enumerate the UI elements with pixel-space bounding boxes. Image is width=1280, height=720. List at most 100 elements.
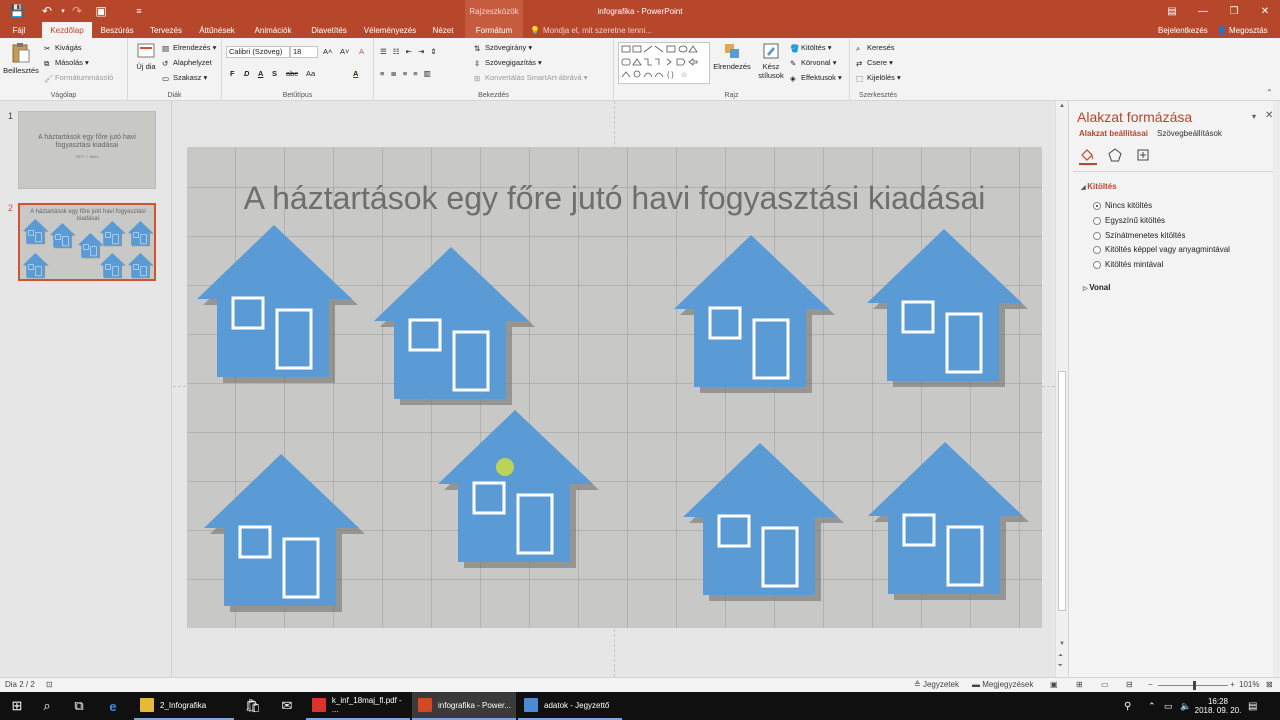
- cut-button[interactable]: ✂ Kivágás: [44, 43, 82, 53]
- edge-icon[interactable]: e: [96, 692, 130, 720]
- reading-view-icon[interactable]: ▭: [1101, 680, 1109, 689]
- scroll-thumb[interactable]: [1058, 371, 1066, 611]
- shape-fill-button[interactable]: 🪣 Kitöltés ▾: [790, 43, 831, 53]
- normal-view-icon[interactable]: ▣: [1050, 680, 1058, 689]
- bold-button[interactable]: F: [230, 69, 235, 78]
- radio-pattern-fill[interactable]: [1093, 260, 1101, 269]
- tab-insert[interactable]: Beszúrás: [96, 22, 138, 38]
- quick-styles-button[interactable]: Kész stílusok: [754, 42, 788, 80]
- option-gradient-fill[interactable]: Színátmenetes kitöltés: [1093, 231, 1185, 240]
- ribbon-display-icon[interactable]: ▤: [1157, 0, 1187, 22]
- tab-transitions[interactable]: Áttűnések: [194, 22, 240, 38]
- notes-button[interactable]: ≙ Jegyzetek: [914, 680, 959, 689]
- slideshow-view-icon[interactable]: ⊟: [1126, 680, 1133, 689]
- grow-font-button[interactable]: A˄: [323, 47, 332, 56]
- tab-shape-options[interactable]: Alakzat beállításai: [1079, 129, 1148, 138]
- pane-scrollbar[interactable]: [1273, 101, 1280, 677]
- slide-house-8[interactable]: [868, 442, 1029, 600]
- taskbar-app-pdf[interactable]: k_inf_18maj_fl.pdf - ...: [306, 692, 410, 720]
- task-view-icon[interactable]: ⧉: [62, 692, 96, 720]
- tab-home[interactable]: Kezdőlap: [42, 22, 92, 39]
- clock[interactable]: 16:28 2018. 09. 20.: [1195, 692, 1242, 720]
- tab-animations[interactable]: Animációk: [248, 22, 298, 38]
- strikethrough-button[interactable]: abc: [286, 69, 298, 78]
- font-name-dropdown[interactable]: Calibri (Szöveg): [226, 46, 290, 58]
- radio-no-fill[interactable]: [1093, 201, 1101, 210]
- radio-picture-fill[interactable]: [1093, 245, 1101, 254]
- tab-format[interactable]: Formátum: [465, 22, 523, 38]
- scroll-up-icon[interactable]: ▲: [1059, 103, 1065, 109]
- scroll-down-icon[interactable]: ▼: [1059, 641, 1065, 647]
- change-case-button[interactable]: Aa: [306, 69, 315, 78]
- line-section-header[interactable]: ▷ Vonal: [1083, 283, 1110, 292]
- effects-tab[interactable]: [1107, 147, 1125, 165]
- zoom-out-icon[interactable]: −: [1148, 680, 1153, 689]
- size-properties-tab[interactable]: [1135, 147, 1153, 165]
- fill-section-header[interactable]: ◢ Kitöltés: [1081, 182, 1117, 191]
- zoom-in-icon[interactable]: +: [1230, 680, 1235, 689]
- clear-format-button[interactable]: A: [359, 47, 364, 56]
- copy-button[interactable]: ⧉ Másolás ▾: [44, 58, 89, 68]
- windows-start-icon[interactable]: ⊞: [0, 692, 34, 720]
- tab-review[interactable]: Véleményezés: [360, 22, 420, 38]
- tab-text-options[interactable]: Szövegbeállítások: [1157, 129, 1222, 138]
- shrink-font-button[interactable]: A˅: [340, 47, 349, 56]
- save-icon[interactable]: 💾: [6, 0, 28, 22]
- smartart-button[interactable]: ⊞ Konvertálás SmartArt-ábrává ▾: [474, 73, 588, 83]
- comments-button[interactable]: ▬ Megjegyzések: [972, 680, 1033, 689]
- store-icon[interactable]: 🛍: [236, 692, 270, 720]
- slide-house-7[interactable]: [683, 443, 844, 601]
- text-direction-button[interactable]: ⇅ Szövegirány ▾: [474, 43, 532, 53]
- fit-slide-icon[interactable]: ⊠: [1266, 680, 1273, 689]
- bullets-button[interactable]: ☰ ☷ ⇤ ⇥ ⇕: [380, 47, 439, 56]
- spellcheck-icon[interactable]: ⊡: [46, 680, 53, 689]
- share-button[interactable]: 👤 Megosztás: [1217, 22, 1268, 38]
- slide-house-6[interactable]: [438, 410, 599, 568]
- section-button[interactable]: ▭ Szakasz ▾: [162, 73, 207, 83]
- slide-house-5[interactable]: [204, 454, 365, 612]
- reset-button[interactable]: ↺ Alaphelyzet: [162, 58, 212, 68]
- tell-me-box[interactable]: 💡 Mondja el, mit szeretne tenni...: [530, 22, 652, 38]
- shapes-gallery[interactable]: { } ☆: [618, 42, 710, 84]
- slide-thumbnail-1[interactable]: A háztartások egy főre jutó havi fogyasz…: [18, 111, 156, 189]
- slide-house-3[interactable]: [674, 235, 835, 393]
- shadow-button[interactable]: S: [272, 69, 277, 78]
- slide-house-1[interactable]: [197, 225, 358, 383]
- taskbar-app-explorer[interactable]: 2_Infografika: [134, 692, 234, 720]
- format-painter-button[interactable]: 🖌Formátummásoló: [44, 73, 113, 83]
- tab-slideshow[interactable]: Diavetítés: [306, 22, 352, 38]
- underline-button[interactable]: A: [258, 69, 263, 78]
- slide-house-2[interactable]: [374, 247, 535, 405]
- alignment-buttons[interactable]: ≡ ≣ ≡ ≡ ▥: [380, 69, 433, 78]
- radio-solid-fill[interactable]: [1093, 216, 1101, 225]
- font-color-button[interactable]: A: [353, 69, 358, 78]
- radio-gradient-fill[interactable]: [1093, 231, 1101, 240]
- prev-slide-icon[interactable]: ⏶: [1058, 653, 1063, 660]
- next-slide-icon[interactable]: ⏷: [1058, 663, 1063, 670]
- tab-design[interactable]: Tervezés: [146, 22, 186, 38]
- option-pattern-fill[interactable]: Kitöltés mintával: [1093, 260, 1163, 269]
- search-icon[interactable]: ⌕: [30, 692, 64, 720]
- align-text-button[interactable]: ⇳ Szövegigazítás ▾: [474, 58, 542, 68]
- arrange-button[interactable]: Elrendezés: [712, 42, 752, 71]
- minimize-icon[interactable]: —: [1188, 0, 1218, 22]
- shape-effects-button[interactable]: ◈ Effektusok ▾: [790, 73, 842, 83]
- collapse-ribbon-icon[interactable]: ⌃: [1266, 88, 1273, 97]
- find-button[interactable]: ⌕ Keresés: [856, 43, 895, 53]
- slide-thumbnail-2[interactable]: A háztartások egy főre jutó havi fogyasz…: [18, 203, 156, 281]
- pane-options-icon[interactable]: ▾: [1252, 112, 1256, 121]
- customize-toolbar-icon[interactable]: ≡: [128, 0, 150, 22]
- close-icon[interactable]: ✕: [1250, 0, 1280, 22]
- fill-line-tab[interactable]: [1079, 147, 1097, 165]
- from-beginning-icon[interactable]: ▣: [90, 0, 112, 22]
- volume-icon[interactable]: 🔈: [1180, 692, 1191, 720]
- layout-button[interactable]: ▤ Elrendezés ▾: [162, 43, 216, 53]
- shape-outline-button[interactable]: ✎ Körvonal ▾: [790, 58, 836, 68]
- taskbar-app-powerpoint[interactable]: infografika - Power...: [412, 692, 516, 720]
- mail-icon[interactable]: ✉: [270, 692, 304, 720]
- replace-button[interactable]: ⇄ Csere ▾: [856, 58, 893, 68]
- tab-view[interactable]: Nézet: [426, 22, 460, 38]
- people-icon[interactable]: ⚲: [1124, 692, 1131, 720]
- zoom-level[interactable]: 101%: [1239, 680, 1259, 689]
- italic-button[interactable]: D: [244, 69, 249, 78]
